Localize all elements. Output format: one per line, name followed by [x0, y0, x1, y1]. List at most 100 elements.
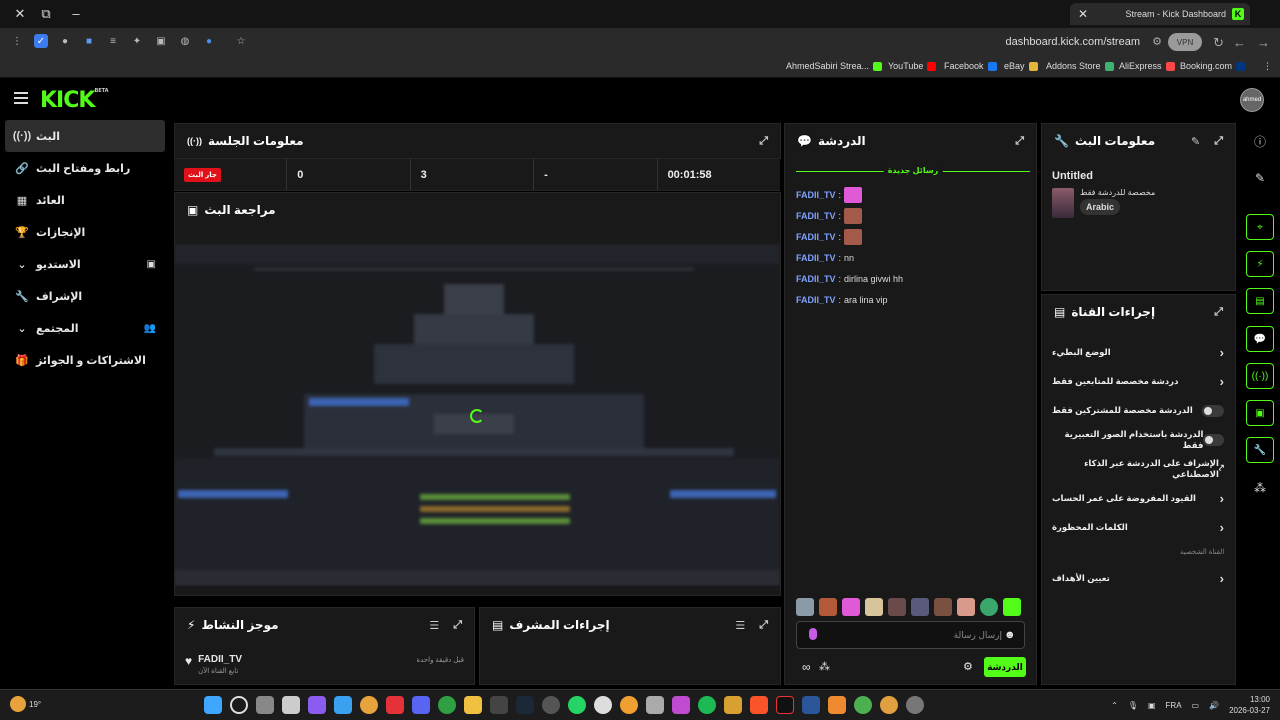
- folder-icon[interactable]: [464, 696, 482, 714]
- action-banned-words[interactable]: الكلمات المحظورة ›: [1052, 513, 1224, 542]
- mic-icon[interactable]: [809, 628, 817, 640]
- stream-category[interactable]: مخصصة للدردشة فقط: [1080, 188, 1155, 197]
- steam-icon[interactable]: [516, 696, 534, 714]
- emote-button[interactable]: [842, 598, 860, 616]
- bolt-tool-icon[interactable]: ⚡: [1246, 251, 1274, 277]
- chat-message-input[interactable]: إرسال رسالة: [796, 621, 1025, 649]
- sidebar-item-subscriptions[interactable]: 🎁 الاشتراكات و الجوائز: [0, 344, 170, 376]
- emotes-only-toggle[interactable]: [1203, 433, 1224, 446]
- xbox-icon[interactable]: [438, 696, 456, 714]
- extension-user-icon[interactable]: ●: [58, 34, 72, 48]
- filter-icon[interactable]: ☰: [429, 619, 439, 632]
- chatgpt-icon[interactable]: [594, 696, 612, 714]
- sidebar-item-studio[interactable]: ⌄ الاستديو ▣: [0, 248, 170, 280]
- app-icon[interactable]: [490, 696, 508, 714]
- emote-button[interactable]: [980, 598, 998, 616]
- menu-dots-icon[interactable]: ⋮: [10, 34, 24, 48]
- sidebar-item-stream-key[interactable]: 🔗 رابط ومفتاح البث: [0, 152, 170, 184]
- emote-button[interactable]: [865, 598, 883, 616]
- action-account-age[interactable]: القيود المفروضة على عمر الحساب ›: [1052, 484, 1224, 513]
- expand-icon[interactable]: ⤢: [1214, 306, 1223, 319]
- subscribers-only-toggle[interactable]: [1202, 404, 1224, 417]
- extension-image-icon[interactable]: ▣: [154, 34, 168, 48]
- restore-window-icon[interactable]: ⧉: [38, 6, 54, 22]
- user-avatar[interactable]: ahmed: [1240, 88, 1264, 112]
- windows-start-icon[interactable]: [204, 696, 222, 714]
- url-text[interactable]: dashboard.kick.com/stream: [1006, 36, 1141, 48]
- extension-square-icon[interactable]: ■: [82, 34, 96, 48]
- vpn-button[interactable]: VPN: [1168, 33, 1202, 51]
- browser-tab[interactable]: ✕ Stream - Kick Dashboard K: [1070, 3, 1250, 25]
- emote-button[interactable]: [911, 598, 929, 616]
- app-icon[interactable]: [724, 696, 742, 714]
- filter-icon[interactable]: ☰: [735, 619, 745, 632]
- tab-close-icon[interactable]: ✕: [1078, 7, 1088, 21]
- reload-icon[interactable]: ↻: [1213, 35, 1224, 51]
- store-icon[interactable]: [282, 696, 300, 714]
- extension-shield-icon[interactable]: ✓: [34, 34, 48, 48]
- edit-pencil-icon[interactable]: ✎: [1191, 135, 1200, 148]
- infinity-icon[interactable]: ∞: [802, 660, 811, 674]
- bookmark-item[interactable]: YouTube: [888, 61, 937, 71]
- sidebar-item-moderation[interactable]: 🔧 الإشراف: [0, 280, 170, 312]
- tune-icon[interactable]: ⚙: [1152, 35, 1162, 48]
- edit-pencil-icon[interactable]: ✎: [1246, 165, 1274, 191]
- emote-button[interactable]: [934, 598, 952, 616]
- chrome-icon[interactable]: [360, 696, 378, 714]
- expand-icon[interactable]: ⤢: [1214, 135, 1223, 148]
- tiktok-icon[interactable]: [776, 696, 794, 714]
- sidebar-item-revenue[interactable]: ▦ العائد: [0, 184, 170, 216]
- wrench-tool-icon[interactable]: 🔧: [1246, 437, 1274, 463]
- action-followers-only[interactable]: دردشة مخصصة للمتابعين فقط ›: [1052, 367, 1224, 396]
- spotify-icon[interactable]: [698, 696, 716, 714]
- bookmark-item[interactable]: AliExpress: [1119, 61, 1175, 71]
- emoji-picker-icon[interactable]: ☻: [1004, 629, 1016, 641]
- hamburger-menu-icon[interactable]: [14, 92, 28, 106]
- bookmark-item[interactable]: Facebook: [944, 61, 997, 71]
- word-icon[interactable]: [802, 696, 820, 714]
- activity-user[interactable]: FADII_TV: [198, 654, 242, 665]
- minimize-window-icon[interactable]: –: [68, 6, 84, 21]
- network-icon[interactable]: ▭: [1192, 701, 1200, 710]
- sidebar-item-community[interactable]: ⌄ المجتمع 👥: [0, 312, 170, 344]
- forward-icon[interactable]: ←: [1233, 35, 1246, 50]
- sidebar-item-achievements[interactable]: 🏆 الإنجازات: [0, 216, 170, 248]
- kick-logo[interactable]: KICKBETA: [40, 88, 109, 113]
- expand-icon[interactable]: ⤢: [1015, 135, 1024, 148]
- bookmark-item[interactable]: eBay: [1004, 61, 1038, 71]
- bookmark-star-icon[interactable]: ☆: [234, 34, 248, 48]
- app-icon[interactable]: [672, 696, 690, 714]
- extension-list-icon[interactable]: ≡: [106, 34, 120, 48]
- extension-globe-icon[interactable]: ◍: [178, 34, 192, 48]
- extensions-puzzle-icon[interactable]: ✦: [130, 34, 144, 48]
- search-icon[interactable]: [230, 696, 248, 714]
- chat-settings-icon[interactable]: ⚙: [963, 660, 973, 673]
- extension-drop-icon[interactable]: ●: [202, 34, 216, 48]
- emote-button[interactable]: [819, 598, 837, 616]
- tray-chevron-icon[interactable]: ⌃: [1111, 701, 1118, 710]
- more-bookmarks-icon[interactable]: ⋮: [1263, 61, 1272, 72]
- app-icon[interactable]: [542, 696, 560, 714]
- emote-button[interactable]: [957, 598, 975, 616]
- drops-icon[interactable]: ⁂: [819, 660, 830, 673]
- task-view-icon[interactable]: [256, 696, 274, 714]
- layout-tool-icon[interactable]: ▣: [1246, 400, 1274, 426]
- drops-icon[interactable]: ⁂: [1246, 475, 1274, 501]
- app-icon[interactable]: [880, 696, 898, 714]
- sidebar-item-stream[interactable]: ((·)) البث: [5, 120, 165, 152]
- emote-button[interactable]: [888, 598, 906, 616]
- app-icon[interactable]: [906, 696, 924, 714]
- app-icon[interactable]: [620, 696, 638, 714]
- close-window-icon[interactable]: ✕: [12, 6, 28, 22]
- chat-tool-icon[interactable]: 💬: [1246, 326, 1274, 352]
- action-slow-mode[interactable]: الوضع البطيء ›: [1052, 338, 1224, 367]
- discord-icon[interactable]: [412, 696, 430, 714]
- bookmark-item[interactable]: AhmedSabiri Strea...: [786, 61, 883, 71]
- volume-icon[interactable]: 🔊: [1209, 701, 1219, 710]
- document-tool-icon[interactable]: ▤: [1246, 288, 1274, 314]
- brave-icon[interactable]: [750, 696, 768, 714]
- expand-icon[interactable]: ⤢: [453, 619, 462, 632]
- info-icon[interactable]: ⓘ: [1246, 128, 1274, 154]
- expand-icon[interactable]: ⤢: [759, 135, 768, 148]
- app-icon[interactable]: [308, 696, 326, 714]
